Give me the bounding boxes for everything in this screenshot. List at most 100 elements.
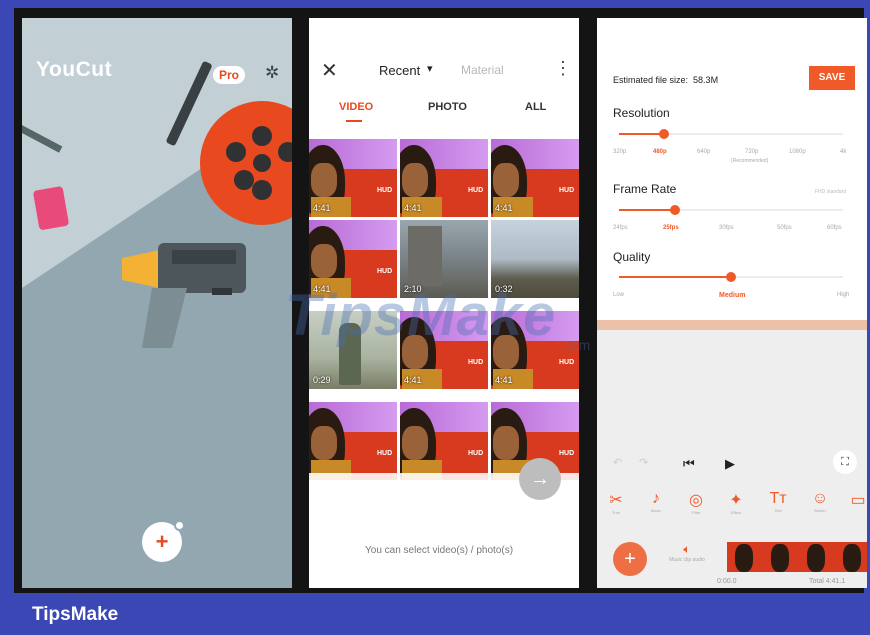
timeline-frame xyxy=(763,542,797,572)
tool-effect[interactable]: ✦ Effect xyxy=(721,490,751,515)
duration-label: 0:29 xyxy=(313,375,331,385)
gear-icon[interactable]: ✲ xyxy=(265,63,279,83)
music-clip-button[interactable]: 🔈︎ Music clip audio xyxy=(667,542,707,563)
frame-rate-tick[interactable]: 25fps xyxy=(663,225,679,231)
frame-rate-label: Frame Rate xyxy=(613,182,677,196)
duration-label: 4:41 xyxy=(404,203,422,213)
sticker-icon: ☺ xyxy=(811,490,829,507)
tool-trim[interactable]: ✂ Trim xyxy=(601,490,631,515)
undo-icon[interactable]: ↶ xyxy=(613,456,622,469)
text-icon: Tт xyxy=(769,490,787,507)
resolution-tick[interactable]: 720p xyxy=(745,149,758,155)
active-tab-indicator xyxy=(346,120,362,122)
tool-label: Music xyxy=(650,508,662,513)
skip-back-icon[interactable]: ⏮ xyxy=(683,456,695,472)
tool-label: Filter xyxy=(691,510,701,515)
next-button[interactable]: → xyxy=(519,458,561,500)
recommended-note: (Recommended) xyxy=(731,158,769,164)
music-icon: ♪ xyxy=(652,490,660,507)
fhd-standard-note: FHD standard xyxy=(815,189,847,195)
frame-rate-slider[interactable] xyxy=(619,205,843,215)
fullscreen-icon[interactable]: ⛶ xyxy=(833,450,857,474)
more-icon[interactable]: ⋮ xyxy=(554,58,572,79)
pro-badge[interactable]: Pro xyxy=(213,66,246,84)
frame-rate-tick[interactable]: 30fps xyxy=(719,225,734,231)
media-thumbnail[interactable]: HUD 4:41 xyxy=(309,139,397,217)
media-thumbnail[interactable]: HUD xyxy=(400,402,488,480)
tool-filter[interactable]: ◎ Filter xyxy=(681,490,711,515)
footer-brand: TipsMake xyxy=(32,604,119,625)
current-time: 0:00.0 xyxy=(717,578,737,585)
resolution-tick[interactable]: 640p xyxy=(697,149,710,155)
tool-label: Text xyxy=(774,508,782,513)
selection-hint: You can select video(s) / photo(s) xyxy=(365,545,514,556)
material-tab[interactable]: Material xyxy=(461,63,504,77)
quality-tick[interactable]: Medium xyxy=(719,292,745,299)
resolution-slider-fill xyxy=(619,133,664,135)
add-clip-button[interactable]: + xyxy=(613,542,647,576)
album-dropdown[interactable]: Recent xyxy=(379,63,420,78)
redo-icon[interactable]: ↷ xyxy=(639,456,648,469)
preview-edge xyxy=(597,320,867,330)
duration-label: 4:41 xyxy=(495,203,513,213)
app-logo: YouCut xyxy=(36,58,113,81)
speaker-icon: 🔈︎ xyxy=(683,542,691,556)
total-time: Total 4:41.1 xyxy=(809,578,846,585)
tool-label: Trim xyxy=(612,510,620,515)
resolution-tick[interactable]: 4k xyxy=(840,149,846,155)
tab-photo[interactable]: PHOTO xyxy=(428,101,467,113)
tab-all[interactable]: ALL xyxy=(525,101,546,113)
tool-canvas[interactable]: ▭ xyxy=(843,490,867,510)
export-settings-sheet: Estimated file size: 58.3M SAVE Resoluti… xyxy=(597,18,867,320)
notification-dot xyxy=(174,520,185,531)
media-thumbnail[interactable]: HUD xyxy=(309,402,397,480)
media-thumbnail[interactable]: HUD 4:41 xyxy=(400,139,488,217)
export-screen: Estimated file size: 58.3M SAVE Resoluti… xyxy=(597,18,867,588)
quality-label: Quality xyxy=(613,250,651,264)
chevron-down-icon[interactable]: ▾ xyxy=(427,62,433,75)
resolution-tick[interactable]: 320p xyxy=(613,149,626,155)
frame-rate-slider-thumb[interactable] xyxy=(670,205,680,215)
timeline-strip[interactable] xyxy=(727,542,867,572)
tab-video[interactable]: VIDEO xyxy=(339,101,373,113)
frame-rate-tick[interactable]: 24fps xyxy=(613,225,628,231)
estimated-size-value: 58.3M xyxy=(693,75,719,85)
tool-sticker[interactable]: ☺ Sticker xyxy=(805,490,835,513)
frame-rate-slider-fill xyxy=(619,209,675,211)
scissors-icon: ✂ xyxy=(609,492,623,509)
resolution-tick[interactable]: 1080p xyxy=(789,149,806,155)
tool-music[interactable]: ♪ Music xyxy=(641,490,671,513)
quality-tick[interactable]: Low xyxy=(613,292,624,298)
watermark-domain: .com xyxy=(560,337,591,353)
resolution-label: Resolution xyxy=(613,106,670,120)
tool-text[interactable]: Tт Text xyxy=(763,490,793,513)
estimated-file-size: Estimated file size: 58.3M xyxy=(613,75,718,85)
quality-slider-thumb[interactable] xyxy=(726,272,736,282)
duration-label: 4:41 xyxy=(495,375,513,385)
quality-tick[interactable]: High xyxy=(837,292,849,298)
quality-slider[interactable] xyxy=(619,272,843,282)
save-button[interactable]: SAVE xyxy=(809,66,855,90)
play-icon[interactable]: ▶ xyxy=(725,456,735,472)
close-icon[interactable]: ✕ xyxy=(321,58,338,83)
frame-rate-tick[interactable]: 50fps xyxy=(777,225,792,231)
timeline-frame xyxy=(799,542,833,572)
duration-label: 4:41 xyxy=(313,203,331,213)
media-thumbnail[interactable]: HUD 4:41 xyxy=(491,139,579,217)
frame-rate-tick[interactable]: 60fps xyxy=(827,225,842,231)
filter-icon: ◎ xyxy=(689,492,703,509)
timeline-frame xyxy=(727,542,761,572)
canvas-icon: ▭ xyxy=(850,492,866,509)
timeline-frame xyxy=(835,542,867,572)
estimated-size-label: Estimated file size: xyxy=(613,75,689,85)
tool-label: Sticker xyxy=(813,508,827,513)
magic-wand-icon: ✦ xyxy=(729,492,743,509)
quality-slider-fill xyxy=(619,276,731,278)
resolution-slider-thumb[interactable] xyxy=(659,129,669,139)
home-screen: YouCut Pro ✲ + xyxy=(22,18,292,588)
resolution-tick[interactable]: 480p xyxy=(653,149,667,155)
home-background xyxy=(22,18,292,348)
picker-header: ✕ Recent ▾ Material ⋮ VIDEO PHOTO ALL xyxy=(309,18,579,136)
tool-label: Effect xyxy=(730,510,742,515)
resolution-slider[interactable] xyxy=(619,129,843,139)
